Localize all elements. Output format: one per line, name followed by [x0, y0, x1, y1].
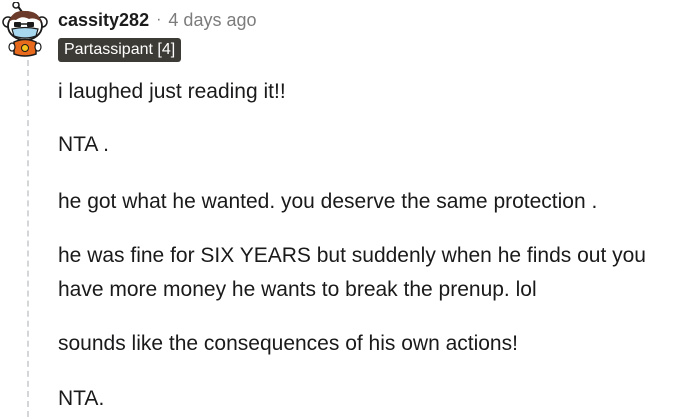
thread-line[interactable]: [27, 60, 29, 417]
comment-paragraph: NTA .: [58, 133, 109, 156]
timestamp-link[interactable]: 4 days ago: [168, 10, 256, 31]
comment-paragraph: NTA.: [58, 387, 105, 410]
comment-paragraph: he was fine for SIX YEARS but suddenly w…: [58, 244, 646, 267]
comment: cassity282 · 4 days ago Partassipant [4]…: [0, 0, 700, 417]
user-flair-badge: Partassipant [4]: [58, 38, 182, 62]
username-link[interactable]: cassity282: [58, 10, 149, 31]
meta-separator: ·: [156, 11, 162, 28]
comment-meta: cassity282 · 4 days ago: [58, 8, 257, 32]
comment-paragraph: sounds like the consequences of his own …: [58, 332, 518, 355]
snoo-avatar-icon[interactable]: [2, 1, 50, 58]
comment-paragraph: have more money he wants to break the pr…: [58, 278, 537, 301]
comment-paragraph: i laughed just reading it!!: [58, 80, 286, 103]
comment-paragraph: he got what he wanted. you deserve the s…: [58, 190, 598, 213]
